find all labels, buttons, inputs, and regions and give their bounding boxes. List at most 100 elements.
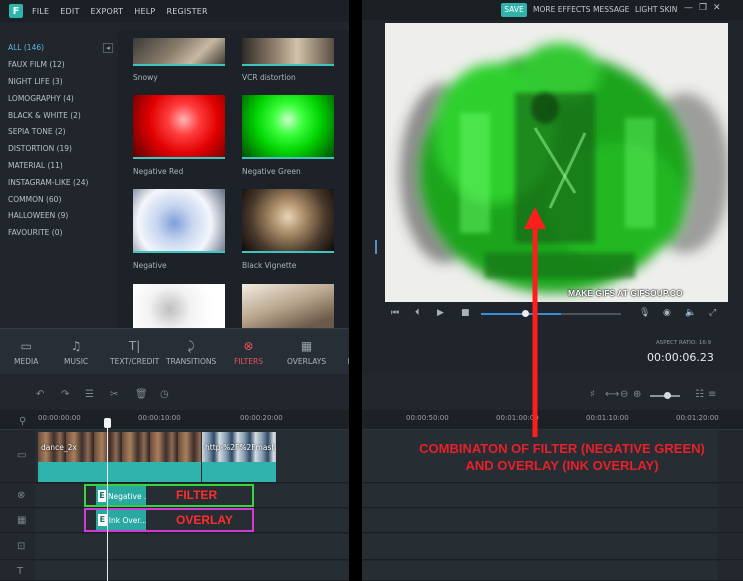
filters-icon: ⊗ [243,339,254,353]
message-button[interactable]: MESSAGE [593,5,629,14]
clip-name: http-%2F%2Fmash [205,443,276,452]
filter-thumbnail-grid: Snowy VCR distortion Negative Red Negati… [118,30,349,328]
category-favourite[interactable]: FAVOURITE (0) [8,228,62,237]
filter-annotation-label: FILTER [176,488,218,502]
preview-frame-image [385,23,728,302]
category-black-white[interactable]: BLACK & WHITE (2) [8,111,81,120]
filter-thumb-negative[interactable] [133,189,225,251]
selection-bar [242,251,334,253]
zoom-slider-knob[interactable] [664,392,671,399]
save-button[interactable]: SAVE [501,3,527,17]
transition-icon: ⤸ [187,339,195,353]
filter-label-black-vignette: Black Vignette [242,261,297,270]
category-instagram-like[interactable]: INSTAGRAM-LIKE (24) [8,178,88,187]
list-view-icon[interactable]: ☷ [695,389,704,401]
redo-icon[interactable]: ↷ [61,389,69,401]
seek-bar-remaining[interactable] [561,313,621,315]
filter-track-icon: ⊗ [17,490,26,501]
category-sepia-tone[interactable]: SEPIA TONE (2) [8,127,66,136]
timeline-ruler[interactable]: 00:00:00:00 00:00:10:00 00:00:20:00 00:0… [0,410,743,430]
cut-icon[interactable]: ✂ [110,389,118,401]
tab-filters[interactable]: ⊗ FILTERS [234,329,263,375]
ruler-label: 00:00:50:00 [406,414,449,422]
elements-icon [342,339,349,353]
category-material[interactable]: MATERIAL (11) [8,161,63,170]
play-icon[interactable]: ▶ [437,308,444,318]
volume-icon[interactable]: 🔈 [685,308,696,318]
more-effects-button[interactable]: MORE EFFECTS [533,5,590,14]
category-lomography[interactable]: LOMOGRAPHY (4) [8,94,74,103]
microphone-icon[interactable]: 🎙 [639,308,650,318]
filter-thumb-8[interactable] [242,284,334,328]
restore-icon[interactable]: ❐ [699,3,707,13]
selection-bar [242,157,334,159]
playhead-line[interactable] [107,420,108,581]
category-night-life[interactable]: NIGHT LIFE (3) [8,77,63,86]
minimize-icon[interactable]: — [684,3,693,13]
tab-label: TRANSITIONS [166,357,217,366]
tab-overlays[interactable]: ▦ OVERLAYS [287,329,326,375]
filter-label-negative: Negative [133,261,167,270]
category-distortion[interactable]: DISTORTION (19) [8,144,72,153]
video-clip-dance[interactable]: dance_2x [38,432,201,482]
filter-thumb-7[interactable] [133,284,225,328]
filter-thumb-vcr-distortion[interactable] [242,38,334,64]
playhead-handle[interactable] [104,418,111,428]
tab-media[interactable]: ▭ MEDIA [14,329,38,375]
text-track-area [35,561,718,580]
filter-thumb-negative-green[interactable] [242,95,334,157]
tab-transitions[interactable]: ⤸ TRANSITIONS [166,329,216,375]
ruler-label: 00:01:10:00 [586,414,629,422]
filter-thumb-negative-red[interactable] [133,95,225,157]
timecode-display: 00:00:06.23 [647,351,714,364]
audio-mixer-icon[interactable]: ♯ [590,389,595,401]
filter-label-negative-green: Negative Green [242,167,301,176]
tab-text-credit[interactable]: T| TEXT/CREDIT [110,329,159,375]
zoom-in-icon[interactable]: ⊕ [633,389,641,401]
overlay-annotation-label: OVERLAY [176,513,233,527]
fit-icon[interactable]: ⟷ [605,389,619,401]
filter-thumb-snowy[interactable] [133,38,225,64]
stop-icon[interactable]: ■ [461,308,470,318]
category-halloween[interactable]: HALLOWEEN (9) [8,211,68,220]
category-common[interactable]: COMMON (60) [8,195,61,204]
video-track-icon: ▭ [17,450,27,461]
collapse-panel-button[interactable]: ◂ [103,43,113,53]
menu-register[interactable]: REGISTER [166,7,207,16]
delete-icon[interactable]: 🗑 [135,389,148,401]
tab-label: OVERLAYS [287,357,327,366]
selection-bar [242,64,334,66]
snap-icon[interactable]: ⚲ [19,416,26,427]
close-icon[interactable]: ✕ [713,3,721,13]
tab-music[interactable]: ♫ MUSIC [64,329,88,375]
light-skin-button[interactable]: LIGHT SKIN [635,5,677,14]
video-preview[interactable]: MAKE GIFS AT GIFSOUP.CO [385,23,728,302]
zoom-out-icon[interactable]: ⊖ [620,389,628,401]
library-tab-bar: ▭ MEDIA ♫ MUSIC T| TEXT/CREDIT ⤸ TRANSIT… [0,328,349,374]
filter-annotation-box [84,484,254,507]
annotation-text: COMBINATON OF FILTER (NEGATIVE GREEN) AN… [419,441,705,473]
tab-elements[interactable]: E [342,329,349,375]
duration-icon[interactable]: ◷ [160,389,169,401]
menu-export[interactable]: EXPORT [91,7,124,16]
skip-start-icon[interactable]: ⏮ [391,308,399,318]
annotation-arrow [524,207,546,437]
menu-file[interactable]: FILE [32,7,49,16]
filter-thumb-black-vignette[interactable] [242,189,334,251]
fullscreen-icon[interactable]: ⤢ [709,308,716,318]
preview-side-handle[interactable] [375,240,377,254]
menu-help[interactable]: HELP [134,7,155,16]
tab-label: MUSIC [64,357,89,366]
snapshot-icon[interactable]: ◉ [663,308,671,318]
filter-label-snowy: Snowy [133,73,158,82]
menu-edit[interactable]: EDIT [60,7,79,16]
category-faux-film[interactable]: FAUX FILM (12) [8,60,65,69]
step-back-icon[interactable]: ⏴ [415,308,420,318]
menu-icon[interactable]: ≡ [708,389,716,401]
video-clip-mash[interactable]: http-%2F%2Fmash [202,432,276,482]
undo-icon[interactable]: ↶ [36,389,44,401]
adjust-icon[interactable]: ☰ [85,389,94,401]
category-all[interactable]: ALL (146) [8,43,44,52]
text-icon: T| [128,339,141,353]
filter-label-negative-red: Negative Red [133,167,184,176]
